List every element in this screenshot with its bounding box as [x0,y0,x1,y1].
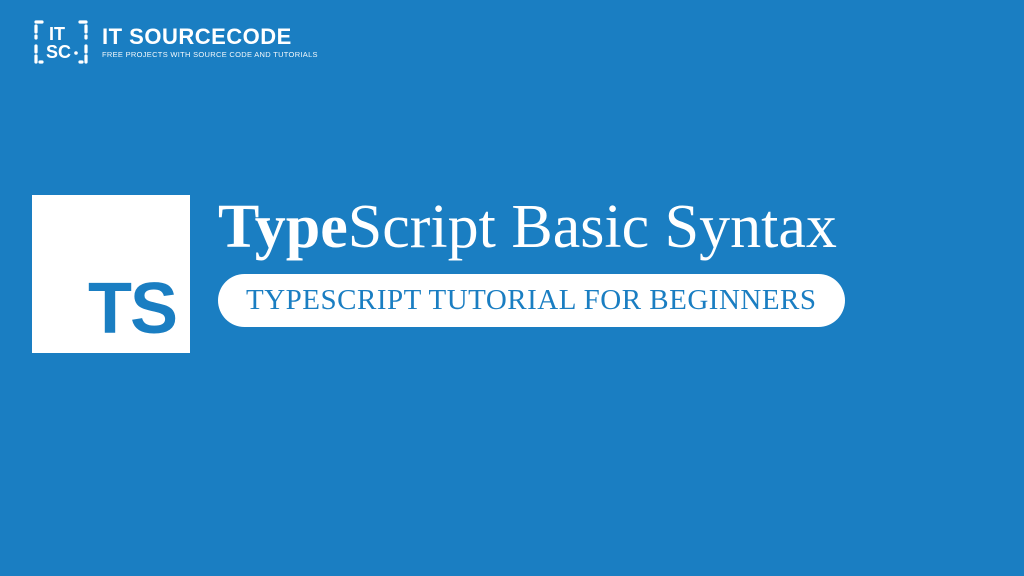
subtitle-text: TYPESCRIPT TUTORIAL FOR BEGINNERS [246,284,817,316]
brand-logo: IT SC IT SOURCECODE FREE PROJECTS WITH S… [32,18,318,66]
brand-tagline: FREE PROJECTS WITH SOURCE CODE AND TUTOR… [102,50,318,59]
typescript-badge: TS [32,195,190,353]
svg-text:IT: IT [49,24,65,44]
typescript-badge-text: TS [88,273,176,345]
subtitle-pill: TYPESCRIPT TUTORIAL FOR BEGINNERS [218,274,845,327]
title-rest: Script Basic Syntax [348,193,837,261]
svg-text:SC: SC [46,42,71,62]
brand-logo-text: IT SOURCECODE FREE PROJECTS WITH SOURCE … [102,26,318,59]
title-bold: Type [218,193,348,261]
brand-name: IT SOURCECODE [102,26,318,48]
title-block: TypeScript Basic Syntax TYPESCRIPT TUTOR… [218,195,845,327]
brand-logo-icon: IT SC [32,18,90,66]
hero-content: TS TypeScript Basic Syntax TYPESCRIPT TU… [32,195,845,353]
page-title: TypeScript Basic Syntax [218,195,845,260]
